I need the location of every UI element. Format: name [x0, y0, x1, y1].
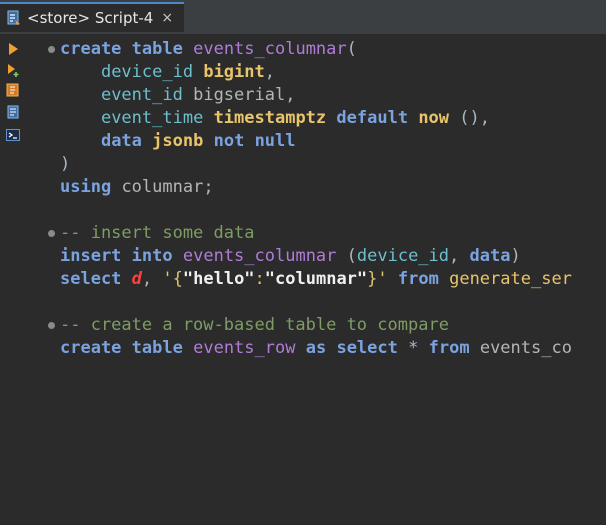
keyword: as	[305, 338, 327, 358]
json-value: "columnar"	[264, 269, 368, 289]
column-name: device_id	[100, 62, 194, 82]
code-line-2: device_id bigint,	[60, 61, 275, 84]
code-line-9: -- insert some data	[60, 222, 254, 245]
function-name: generate_ser	[449, 269, 572, 289]
tab-bar: <store> Script-4 ×	[0, 0, 606, 35]
type-name: bigserial	[193, 85, 286, 105]
keyword: not	[213, 131, 245, 151]
punctuation: ,	[449, 246, 470, 266]
code-line-4: event_time timestamptz default now (),	[60, 107, 490, 130]
punctuation: (	[346, 39, 357, 59]
keyword: table	[131, 338, 183, 358]
code-line-10: insert into events_columnar (device_id, …	[60, 245, 521, 268]
code-line-6: )	[60, 153, 70, 176]
string-literal: '{"hello":"columnar"}'	[162, 269, 387, 289]
keyword: into	[131, 246, 173, 266]
code-editor[interactable]: create table events_columnar( device_id …	[24, 35, 606, 525]
console-icon[interactable]	[6, 128, 20, 142]
type-name: bigint	[203, 62, 265, 82]
json-key: "hello"	[182, 269, 255, 289]
code-line-7: using columnar;	[60, 176, 214, 199]
comment: -- create a row-based table to compare	[60, 315, 449, 335]
column-name: event_time	[100, 108, 204, 128]
punctuation: ;	[203, 177, 214, 197]
keyword: create	[60, 39, 122, 59]
code-line-1: create table events_columnar(	[60, 38, 357, 61]
type-name: timestamptz	[213, 108, 327, 128]
keyword: create	[60, 338, 122, 358]
keyword: select	[60, 269, 122, 289]
keyword: from	[428, 338, 470, 358]
keyword: select	[336, 338, 398, 358]
code-line-13: -- create a row-based table to compare	[60, 314, 449, 337]
sql-editor-window: <store> Script-4 × create table events_c…	[0, 0, 606, 525]
table-name: events_columnar	[193, 39, 347, 59]
punctuation: )	[510, 246, 521, 266]
execute-script-icon[interactable]	[6, 83, 20, 97]
code-line-5: data jsonb not null	[60, 130, 296, 153]
comment: -- insert some data	[60, 223, 255, 243]
keyword: null	[254, 131, 296, 151]
keyword: default	[336, 108, 409, 128]
punctuation: *	[408, 338, 419, 358]
code-line-11: select d, '{"hello":"columnar"}' from ge…	[60, 268, 572, 291]
json-colon: :	[254, 269, 265, 289]
variable: d	[131, 269, 142, 289]
keyword: using	[60, 177, 112, 197]
identifier: columnar	[121, 177, 204, 197]
fold-toggle[interactable]	[48, 230, 55, 237]
editor-toolbar	[0, 35, 24, 525]
code-line-14: create table events_row as select * from…	[60, 337, 572, 360]
identifier: events_co	[479, 338, 572, 358]
explain-plan-icon[interactable]	[6, 105, 20, 119]
column-name: data	[100, 131, 142, 151]
keyword: table	[131, 39, 183, 59]
punctuation: (),	[449, 108, 490, 128]
tab-script-4[interactable]: <store> Script-4 ×	[0, 2, 184, 32]
execute-in-new-tab-icon[interactable]	[6, 63, 20, 77]
tab-title: <store> Script-4	[27, 9, 154, 27]
sql-script-icon	[7, 10, 20, 25]
table-name: events_row	[193, 338, 296, 358]
execute-statement-icon[interactable]	[6, 42, 20, 56]
string-close: }'	[367, 269, 388, 289]
keyword: insert	[60, 246, 122, 266]
column-name: event_id	[100, 85, 183, 105]
close-icon[interactable]: ×	[161, 10, 173, 26]
keyword: from	[397, 269, 439, 289]
string-open: '{	[162, 269, 183, 289]
fold-toggle[interactable]	[48, 322, 55, 329]
punctuation: (	[336, 246, 357, 266]
punctuation: ,	[141, 269, 163, 289]
function-name: now	[418, 108, 450, 128]
punctuation: )	[60, 154, 71, 174]
type-name: jsonb	[152, 131, 204, 151]
punctuation: ,	[264, 62, 275, 82]
table-name: events_columnar	[182, 246, 337, 266]
column-name: device_id	[356, 246, 450, 266]
column-name: data	[469, 246, 511, 266]
punctuation: ,	[285, 85, 296, 105]
fold-toggle[interactable]	[48, 46, 55, 53]
code-line-3: event_id bigserial,	[60, 84, 296, 107]
